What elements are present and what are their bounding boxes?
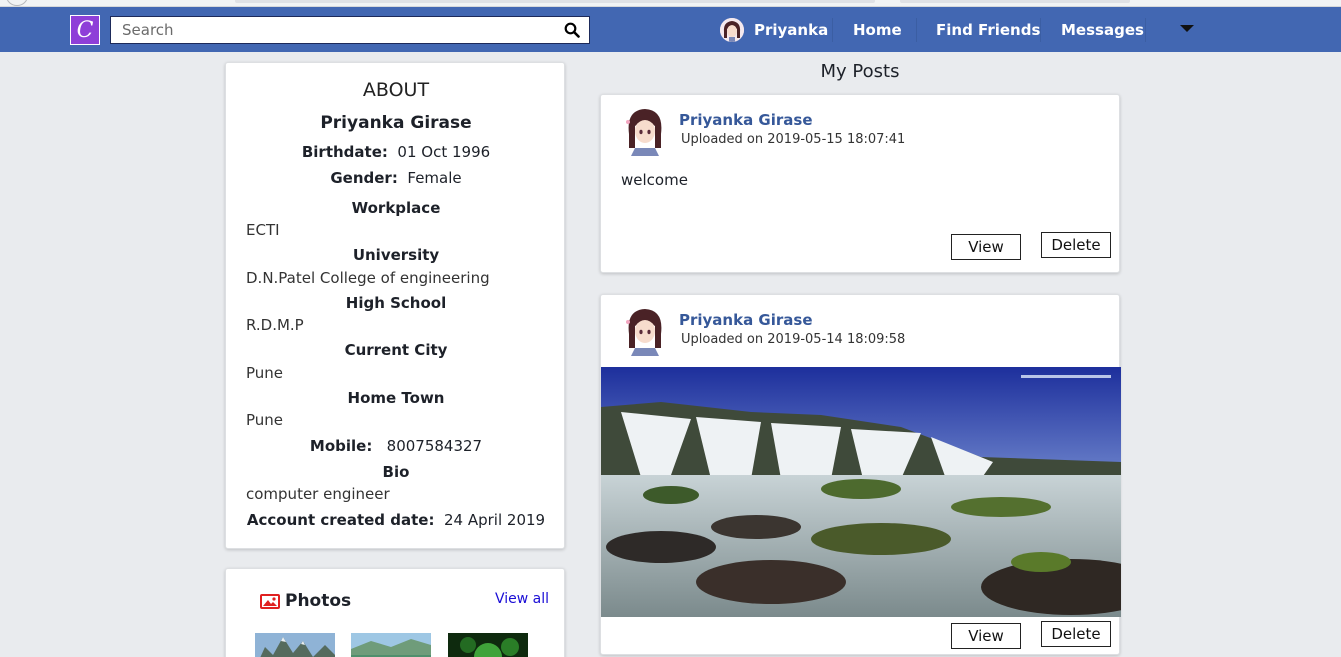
post-timestamp: Uploaded on 2019-05-15 18:07:41 (681, 132, 906, 147)
delete-post-button[interactable]: Delete (1041, 232, 1111, 258)
post-author-link[interactable]: Priyanka Girase (679, 311, 813, 329)
my-posts-heading: My Posts (820, 61, 900, 82)
university-value: D.N.Patel College of engineering (246, 269, 490, 287)
search-icon[interactable] (564, 22, 580, 38)
view-post-button[interactable]: View (951, 623, 1021, 649)
nav-divider (1040, 18, 1041, 42)
university-label: University (352, 246, 440, 264)
nav-user-name: Priyanka (754, 21, 829, 39)
photo-thumbnail[interactable] (351, 633, 431, 657)
nav-home-link[interactable]: Home (853, 21, 902, 39)
nav-divider (916, 18, 917, 42)
gender-value: Female (407, 169, 462, 187)
gender-row: Gender: Female (226, 169, 566, 187)
browser-tab-edge[interactable] (235, 0, 875, 3)
app-logo-icon[interactable]: C (70, 15, 100, 45)
birthdate-label: Birthdate: (301, 143, 388, 161)
view-post-button[interactable]: View (951, 234, 1021, 260)
hometown-value: Pune (246, 411, 284, 429)
account-created-label: Account created date: (246, 511, 435, 529)
bio-label: Bio (382, 463, 410, 481)
mobile-row: Mobile: 8007584327 (226, 437, 566, 455)
photo-thumbnail[interactable] (255, 633, 335, 657)
nav-find-friends-link[interactable]: Find Friends (936, 21, 1040, 39)
about-card: ABOUT Priyanka Girase Birthdate: 01 Oct … (225, 62, 565, 549)
workplace-value: ECTI (246, 221, 280, 239)
post-author-link[interactable]: Priyanka Girase (679, 111, 813, 129)
mobile-label: Mobile: (309, 437, 373, 455)
current-city-value: Pune (246, 364, 284, 382)
view-all-photos-link[interactable]: View all (495, 591, 549, 607)
post-avatar (621, 304, 669, 356)
search-input[interactable] (111, 17, 551, 43)
about-title: ABOUT (362, 79, 430, 101)
highschool-label: High School (345, 294, 447, 312)
bio-value: computer engineer (246, 485, 390, 503)
browser-chrome-strip (0, 0, 1341, 7)
dropdown-caret-icon[interactable] (1180, 25, 1194, 32)
account-created-value: 24 April 2019 (444, 511, 546, 529)
search-box (110, 16, 590, 44)
nav-divider (832, 18, 833, 42)
current-city-label: Current City (344, 341, 448, 359)
post-image[interactable] (601, 367, 1121, 617)
browser-button-edge[interactable] (6, 0, 28, 6)
photos-card: Photos View all (225, 568, 565, 657)
profile-name: Priyanka Girase (320, 113, 472, 133)
mobile-value: 8007584327 (386, 437, 483, 455)
avatar (720, 18, 744, 42)
gender-label: Gender: (330, 169, 398, 187)
browser-tab-edge[interactable] (900, 0, 1130, 3)
photos-title: Photos (285, 591, 352, 611)
account-created-row: Account created date: 24 April 2019 (226, 511, 566, 529)
nav-divider (1145, 18, 1146, 42)
top-navbar: C Priyanka Home Find Friends Messages (0, 7, 1341, 52)
nav-profile-link[interactable]: Priyanka (720, 17, 828, 43)
post-card: Priyanka Girase Uploaded on 2019-05-14 1… (600, 294, 1121, 655)
workplace-label: Workplace (351, 199, 441, 217)
post-avatar (621, 104, 669, 156)
nav-messages-link[interactable]: Messages (1061, 21, 1144, 39)
post-text: welcome (621, 171, 688, 189)
highschool-value: R.D.M.P (246, 316, 304, 334)
birthdate-row: Birthdate: 01 Oct 1996 (226, 143, 566, 161)
photos-icon (260, 594, 280, 609)
delete-post-button[interactable]: Delete (1041, 621, 1111, 647)
photo-thumbnail[interactable] (448, 633, 528, 657)
hometown-label: Home Town (347, 389, 445, 407)
post-timestamp: Uploaded on 2019-05-14 18:09:58 (681, 332, 906, 347)
birthdate-value: 01 Oct 1996 (397, 143, 491, 161)
post-card: Priyanka Girase Uploaded on 2019-05-15 1… (600, 94, 1120, 273)
